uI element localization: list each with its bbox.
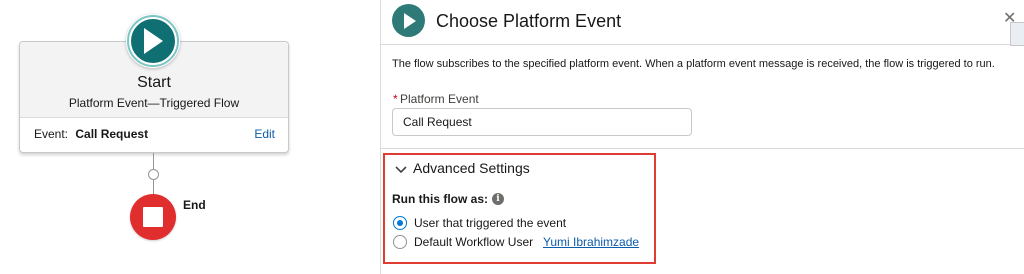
flow-canvas: Start Platform Event—Triggered Flow Even… — [0, 0, 380, 274]
play-icon — [144, 28, 163, 54]
stop-icon — [143, 207, 163, 227]
required-marker: * — [393, 92, 398, 106]
start-node-icon[interactable] — [126, 14, 180, 68]
panel-header: Choose Platform Event ✕ — [381, 0, 1024, 45]
connector-line — [153, 153, 154, 169]
add-element-node[interactable] — [148, 169, 159, 180]
radio-label-triggering-user: User that triggered the event — [414, 216, 567, 230]
start-title: Start — [137, 74, 171, 91]
chevron-down-icon[interactable] — [395, 166, 407, 174]
panel-description: The flow subscribes to the specified pla… — [392, 58, 995, 70]
panel-title: Choose Platform Event — [436, 11, 622, 31]
event-value: Call Request — [75, 127, 149, 141]
start-event-row: Event: Call Request — [34, 127, 148, 141]
radio-label-default-workflow-user: Default Workflow User — [414, 235, 534, 249]
edit-link[interactable]: Edit — [254, 127, 275, 141]
play-icon — [392, 4, 425, 37]
end-node-icon[interactable] — [130, 194, 176, 240]
run-as-label: Run this flow as: — [392, 192, 488, 206]
radio-triggering-user[interactable] — [393, 216, 407, 230]
radio-default-workflow-user[interactable] — [393, 235, 407, 249]
info-icon[interactable]: i — [492, 193, 504, 205]
end-label: End — [183, 198, 206, 212]
platform-event-label: Platform Event — [400, 92, 479, 106]
properties-panel: Choose Platform Event ✕ The flow subscri… — [380, 0, 1024, 274]
start-subtitle: Platform Event—Triggered Flow — [68, 96, 240, 110]
advanced-settings-toggle[interactable]: Advanced Settings — [413, 160, 530, 176]
side-toggle[interactable] — [1010, 22, 1024, 46]
connector-line — [153, 180, 154, 194]
event-label: Event: — [34, 127, 69, 141]
default-user-link[interactable]: Yumi Ibrahimzade — [543, 235, 639, 249]
divider — [381, 148, 1024, 149]
platform-event-input[interactable] — [392, 108, 692, 136]
